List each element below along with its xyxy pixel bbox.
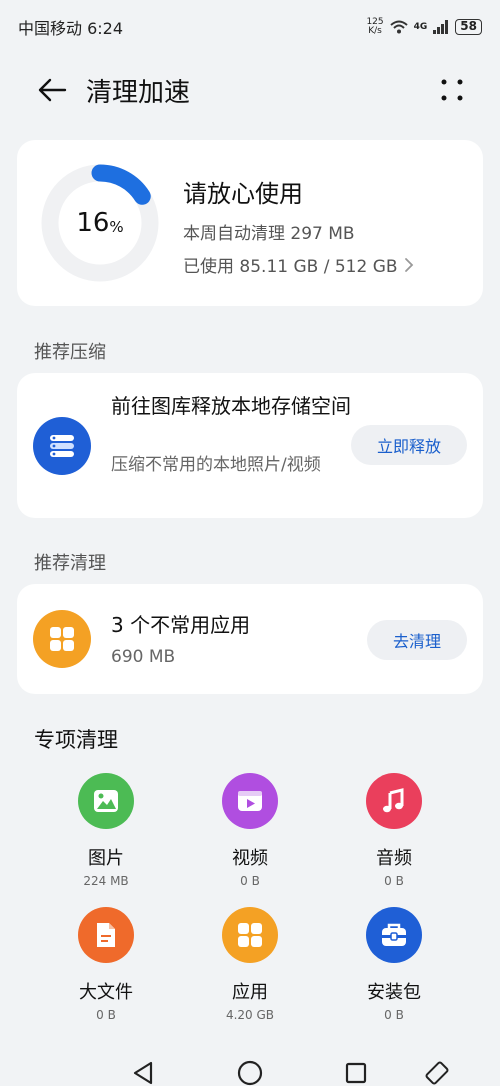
special-item-value: 224 MB (83, 874, 129, 888)
nav-back-button[interactable] (130, 1060, 156, 1086)
apps-icon (50, 627, 74, 651)
storage-percent: 16% (76, 208, 124, 238)
nav-recents-button[interactable] (343, 1060, 369, 1086)
gallery-storage-icon-wrap (33, 417, 91, 475)
music-icon (383, 788, 404, 813)
package-icon (382, 923, 406, 946)
nav-back-icon (133, 1061, 153, 1085)
special-item-label: 音频 (376, 848, 412, 869)
video-icon (238, 791, 262, 811)
special-item-label: 大文件 (79, 982, 133, 1003)
apps-icon-wrap (222, 907, 278, 963)
go-clean-button[interactable]: 去清理 (366, 620, 467, 660)
nav-recents-icon (345, 1062, 367, 1084)
nav-home-icon (237, 1060, 263, 1086)
image-icon-wrap (78, 773, 134, 829)
special-item-videos[interactable]: 视频 0 B (180, 773, 320, 888)
auto-clean-info: 本周自动清理 297 MB (183, 224, 355, 244)
special-item-label: 图片 (88, 848, 124, 869)
compress-title: 前往图库释放本地存储空间 (111, 394, 351, 418)
special-item-audio[interactable]: 音频 0 B (324, 773, 464, 888)
section-title-compress: 推荐压缩 (34, 342, 106, 363)
carrier-time: 中国移动 6:24 (18, 19, 124, 38)
special-item-large-files[interactable]: 大文件 0 B (36, 907, 176, 1022)
file-icon-wrap (78, 907, 134, 963)
wifi-icon (389, 20, 408, 34)
file-icon (97, 923, 115, 947)
unused-apps-card[interactable]: 3 个不常用应用 690 MB 去清理 (17, 584, 483, 694)
chevron-right-icon (404, 257, 413, 272)
rotate-icon (425, 1061, 449, 1085)
storage-headline: 请放心使用 (183, 180, 303, 208)
back-arrow-icon (38, 78, 67, 102)
more-dots-icon (441, 79, 463, 101)
back-button[interactable] (32, 70, 72, 110)
special-item-value: 0 B (384, 874, 404, 888)
unused-apps-title: 3 个不常用应用 (111, 613, 251, 637)
special-item-label: 视频 (232, 848, 268, 869)
music-icon-wrap (366, 773, 422, 829)
special-item-images[interactable]: 图片 224 MB (36, 773, 176, 888)
special-item-label: 安装包 (367, 982, 421, 1003)
battery-indicator: 58 (455, 19, 482, 35)
nav-home-button[interactable] (237, 1060, 263, 1086)
status-bar: 中国移动 6:24 125 K/s 4G 58 (0, 0, 500, 54)
special-item-value: 4.20 GB (225, 1008, 275, 1022)
system-nav-bar (0, 1050, 500, 1086)
app-header: 清理加速 (0, 60, 500, 120)
storage-info: 请放心使用 本周自动清理 297 MB 已使用 85.11 GB / 512 G… (183, 174, 414, 285)
special-item-label: 应用 (232, 982, 268, 1003)
apps-icon (238, 923, 262, 947)
special-item-apps[interactable]: 应用 4.20 GB (180, 907, 320, 1022)
special-item-value: 0 B (240, 874, 260, 888)
package-icon-wrap (366, 907, 422, 963)
compress-subtitle: 压缩不常用的本地照片/视频 (111, 455, 321, 475)
image-icon (94, 790, 118, 812)
net-speed: 125 K/s (366, 17, 384, 36)
special-item-value: 0 B (384, 1008, 404, 1022)
status-indicators: 125 K/s 4G 58 (366, 18, 482, 36)
storage-used-info[interactable]: 已使用 85.11 GB / 512 GB (183, 252, 414, 277)
special-item-packages[interactable]: 安装包 0 B (324, 907, 464, 1022)
page-title: 清理加速 (86, 77, 191, 108)
compress-card[interactable]: 前往图库释放本地存储空间 压缩不常用的本地照片/视频 立即释放 (17, 373, 483, 518)
special-item-value: 0 B (96, 1008, 116, 1022)
unused-apps-size: 690 MB (111, 647, 176, 667)
release-now-button[interactable]: 立即释放 (350, 425, 467, 465)
signal-icon (433, 20, 449, 34)
more-options-button[interactable] (432, 70, 472, 110)
video-icon-wrap (222, 773, 278, 829)
storage-stack-icon (50, 435, 74, 457)
section-title-clean: 推荐清理 (34, 553, 106, 574)
apps-icon-wrap (33, 610, 91, 668)
storage-summary-card[interactable]: 16% 请放心使用 本周自动清理 297 MB 已使用 85.11 GB / 5… (17, 140, 483, 306)
special-clean-title: 专项清理 (34, 728, 118, 752)
rotate-button[interactable] (424, 1060, 450, 1086)
network-type: 4G (413, 22, 428, 32)
